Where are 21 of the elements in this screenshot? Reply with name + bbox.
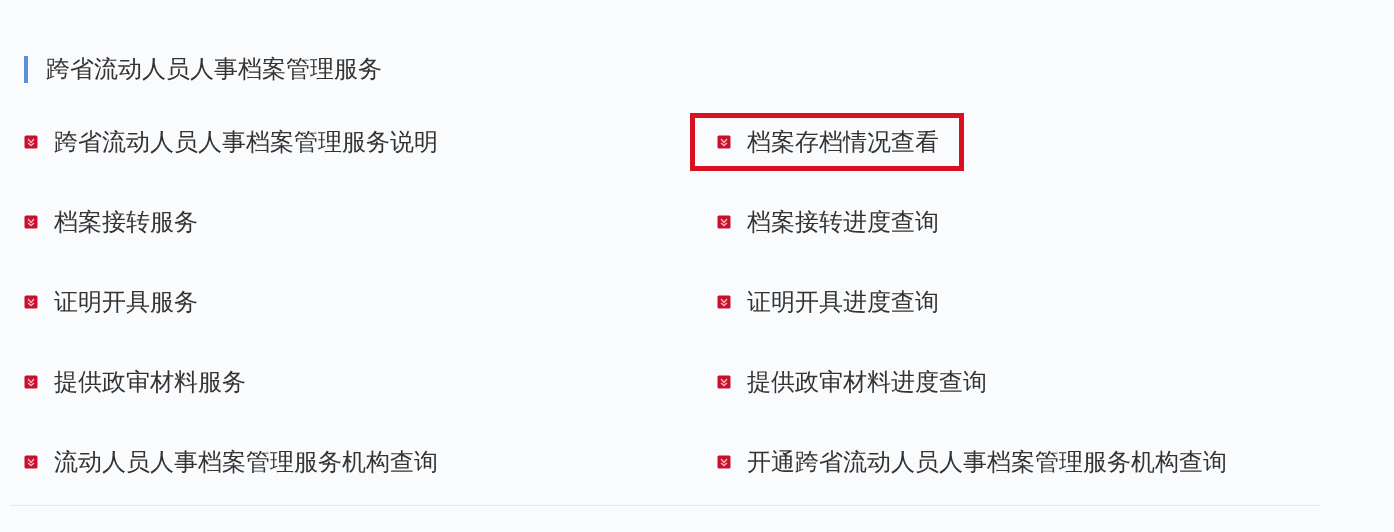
service-link[interactable]: 档案接转服务	[24, 193, 223, 251]
service-link[interactable]: 流动人员人事档案管理服务机构查询	[24, 433, 463, 491]
bullet-icon	[24, 215, 38, 229]
service-link[interactable]: 提供政审材料服务	[24, 353, 271, 411]
service-link[interactable]: 跨省流动人员人事档案管理服务说明	[24, 113, 463, 171]
section-title: 跨省流动人员人事档案管理服务	[46, 54, 382, 85]
highlighted-link[interactable]: 档案存档情况查看	[690, 113, 964, 171]
bullet-icon	[717, 135, 731, 149]
service-link[interactable]: 证明开具进度查询	[690, 273, 964, 331]
service-link[interactable]: 提供政审材料进度查询	[690, 353, 1012, 411]
bullet-icon	[717, 295, 731, 309]
bullet-icon	[24, 455, 38, 469]
bullet-icon	[717, 215, 731, 229]
bullet-icon	[24, 375, 38, 389]
bullet-icon	[717, 375, 731, 389]
service-link[interactable]: 档案接转进度查询	[690, 193, 964, 251]
bullet-icon	[24, 135, 38, 149]
bullet-icon	[24, 295, 38, 309]
service-link[interactable]: 证明开具服务	[24, 273, 223, 331]
service-link[interactable]: 开通跨省流动人员人事档案管理服务机构查询	[690, 433, 1252, 491]
bullet-icon	[717, 455, 731, 469]
